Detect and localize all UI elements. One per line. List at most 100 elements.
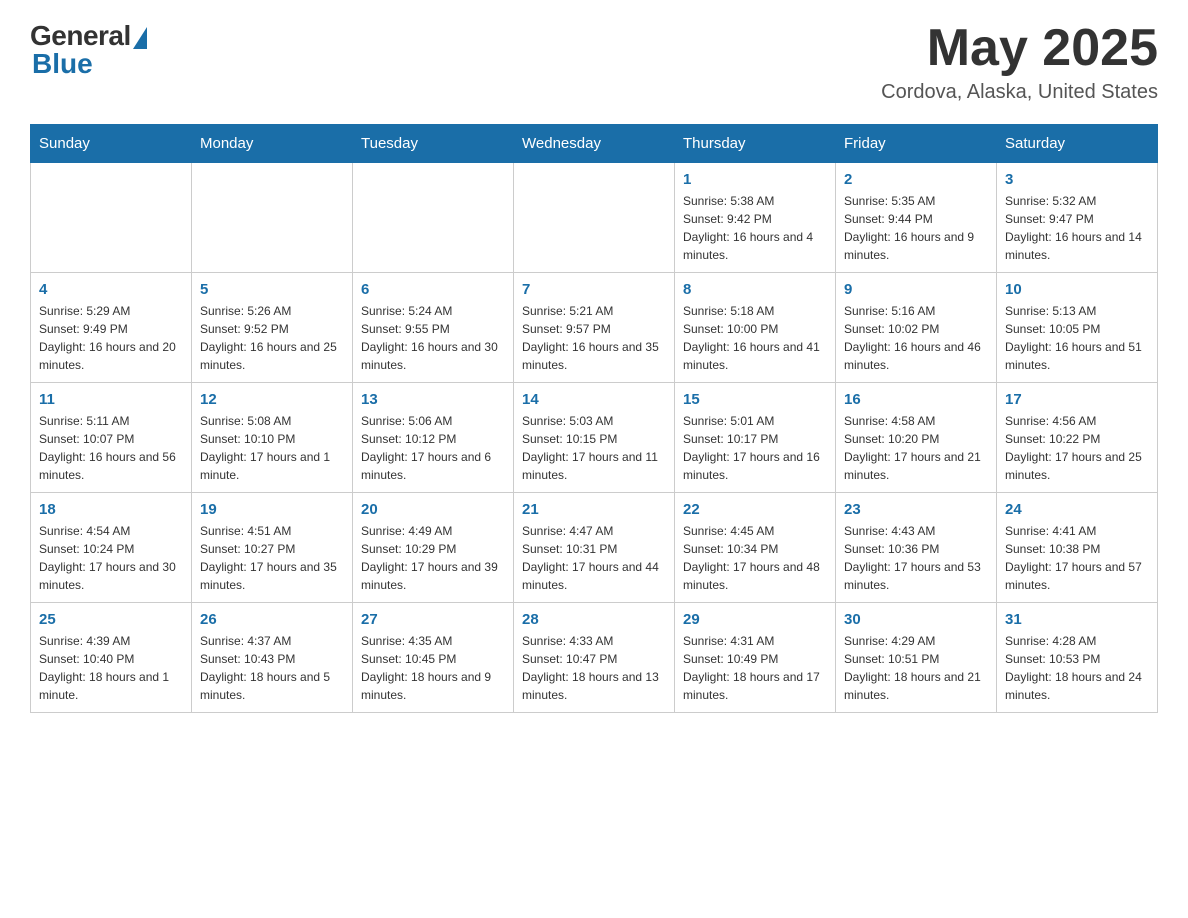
calendar-cell: 31 Sunrise: 4:28 AM Sunset: 10:53 PM Dayl… — [997, 603, 1158, 713]
day-header-sunday: Sunday — [31, 125, 192, 163]
day-header-thursday: Thursday — [675, 125, 836, 163]
calendar-cell: 20 Sunrise: 4:49 AM Sunset: 10:29 PM Dayl… — [353, 493, 514, 603]
day-header-saturday: Saturday — [997, 125, 1158, 163]
day-info: Sunrise: 5:35 AM Sunset: 9:44 PM Dayligh… — [844, 192, 988, 264]
day-info: Sunrise: 4:41 AM Sunset: 10:38 PM Daylig… — [1005, 522, 1149, 594]
day-number: 25 — [39, 611, 183, 628]
day-info: Sunrise: 4:45 AM Sunset: 10:34 PM Daylig… — [683, 522, 827, 594]
calendar-cell: 3 Sunrise: 5:32 AM Sunset: 9:47 PM Daylig… — [997, 163, 1158, 273]
calendar-cell: 29 Sunrise: 4:31 AM Sunset: 10:49 PM Dayl… — [675, 603, 836, 713]
calendar-cell: 27 Sunrise: 4:35 AM Sunset: 10:45 PM Dayl… — [353, 603, 514, 713]
calendar-cell: 8 Sunrise: 5:18 AM Sunset: 10:00 PM Dayli… — [675, 273, 836, 383]
calendar-cell — [31, 163, 192, 273]
day-info: Sunrise: 4:35 AM Sunset: 10:45 PM Daylig… — [361, 632, 505, 704]
day-info: Sunrise: 4:39 AM Sunset: 10:40 PM Daylig… — [39, 632, 183, 704]
logo: General Blue — [30, 20, 147, 80]
day-info: Sunrise: 5:38 AM Sunset: 9:42 PM Dayligh… — [683, 192, 827, 264]
day-number: 4 — [39, 281, 183, 298]
day-info: Sunrise: 5:06 AM Sunset: 10:12 PM Daylig… — [361, 412, 505, 484]
calendar-cell: 15 Sunrise: 5:01 AM Sunset: 10:17 PM Dayl… — [675, 383, 836, 493]
location-text: Cordova, Alaska, United States — [881, 81, 1158, 104]
day-info: Sunrise: 5:16 AM Sunset: 10:02 PM Daylig… — [844, 302, 988, 374]
day-number: 24 — [1005, 501, 1149, 518]
day-number: 27 — [361, 611, 505, 628]
day-info: Sunrise: 4:58 AM Sunset: 10:20 PM Daylig… — [844, 412, 988, 484]
calendar-cell: 25 Sunrise: 4:39 AM Sunset: 10:40 PM Dayl… — [31, 603, 192, 713]
calendar-cell: 17Sunrise: 4:56 AM Sunset: 10:22 PM Dayl… — [997, 383, 1158, 493]
day-info: Sunrise: 5:08 AM Sunset: 10:10 PM Daylig… — [200, 412, 344, 484]
day-number: 31 — [1005, 611, 1149, 628]
calendar-cell: 11Sunrise: 5:11 AM Sunset: 10:07 PM Dayl… — [31, 383, 192, 493]
calendar-cell: 19 Sunrise: 4:51 AM Sunset: 10:27 PM Dayl… — [192, 493, 353, 603]
calendar-cell: 6 Sunrise: 5:24 AM Sunset: 9:55 PM Daylig… — [353, 273, 514, 383]
day-info: Sunrise: 4:43 AM Sunset: 10:36 PM Daylig… — [844, 522, 988, 594]
day-info: Sunrise: 5:32 AM Sunset: 9:47 PM Dayligh… — [1005, 192, 1149, 264]
day-number: 29 — [683, 611, 827, 628]
logo-blue-text: Blue — [32, 48, 93, 80]
day-info: Sunrise: 4:37 AM Sunset: 10:43 PM Daylig… — [200, 632, 344, 704]
week-row-4: 18 Sunrise: 4:54 AM Sunset: 10:24 PM Dayl… — [31, 493, 1158, 603]
logo-triangle-icon — [133, 27, 147, 49]
day-info: Sunrise: 4:51 AM Sunset: 10:27 PM Daylig… — [200, 522, 344, 594]
day-number: 20 — [361, 501, 505, 518]
day-info: Sunrise: 4:33 AM Sunset: 10:47 PM Daylig… — [522, 632, 666, 704]
page-header: General Blue May 2025 Cordova, Alaska, U… — [30, 20, 1158, 104]
day-number: 10 — [1005, 281, 1149, 298]
calendar-cell: 5 Sunrise: 5:26 AM Sunset: 9:52 PM Daylig… — [192, 273, 353, 383]
day-number: 14 — [522, 391, 666, 408]
day-number: 18 — [39, 501, 183, 518]
day-info: Sunrise: 4:47 AM Sunset: 10:31 PM Daylig… — [522, 522, 666, 594]
day-number: 17 — [1005, 391, 1149, 408]
calendar-cell: 12Sunrise: 5:08 AM Sunset: 10:10 PM Dayl… — [192, 383, 353, 493]
day-number: 9 — [844, 281, 988, 298]
day-number: 26 — [200, 611, 344, 628]
day-number: 6 — [361, 281, 505, 298]
calendar-cell: 21 Sunrise: 4:47 AM Sunset: 10:31 PM Dayl… — [514, 493, 675, 603]
calendar-cell — [514, 163, 675, 273]
day-info: Sunrise: 5:03 AM Sunset: 10:15 PM Daylig… — [522, 412, 666, 484]
day-number: 15 — [683, 391, 827, 408]
day-header-wednesday: Wednesday — [514, 125, 675, 163]
calendar-cell: 13 Sunrise: 5:06 AM Sunset: 10:12 PM Dayl… — [353, 383, 514, 493]
day-number: 3 — [1005, 171, 1149, 188]
calendar-cell: 7Sunrise: 5:21 AM Sunset: 9:57 PM Daylig… — [514, 273, 675, 383]
day-number: 7 — [522, 281, 666, 298]
day-number: 23 — [844, 501, 988, 518]
calendar-cell: 4 Sunrise: 5:29 AM Sunset: 9:49 PM Daylig… — [31, 273, 192, 383]
title-section: May 2025 Cordova, Alaska, United States — [881, 20, 1158, 104]
day-info: Sunrise: 5:29 AM Sunset: 9:49 PM Dayligh… — [39, 302, 183, 374]
week-row-3: 11Sunrise: 5:11 AM Sunset: 10:07 PM Dayl… — [31, 383, 1158, 493]
day-number: 16 — [844, 391, 988, 408]
day-info: Sunrise: 5:24 AM Sunset: 9:55 PM Dayligh… — [361, 302, 505, 374]
calendar-table: SundayMondayTuesdayWednesdayThursdayFrid… — [30, 124, 1158, 713]
calendar-cell: 28Sunrise: 4:33 AM Sunset: 10:47 PM Dayl… — [514, 603, 675, 713]
day-number: 21 — [522, 501, 666, 518]
day-number: 13 — [361, 391, 505, 408]
day-header-monday: Monday — [192, 125, 353, 163]
day-header-tuesday: Tuesday — [353, 125, 514, 163]
day-info: Sunrise: 5:26 AM Sunset: 9:52 PM Dayligh… — [200, 302, 344, 374]
calendar-cell: 14 Sunrise: 5:03 AM Sunset: 10:15 PM Dayl… — [514, 383, 675, 493]
day-number: 30 — [844, 611, 988, 628]
day-info: Sunrise: 5:18 AM Sunset: 10:00 PM Daylig… — [683, 302, 827, 374]
day-number: 8 — [683, 281, 827, 298]
day-number: 19 — [200, 501, 344, 518]
calendar-cell: 30Sunrise: 4:29 AM Sunset: 10:51 PM Dayl… — [836, 603, 997, 713]
calendar-cell: 16 Sunrise: 4:58 AM Sunset: 10:20 PM Dayl… — [836, 383, 997, 493]
calendar-cell: 26 Sunrise: 4:37 AM Sunset: 10:43 PM Dayl… — [192, 603, 353, 713]
day-info: Sunrise: 4:28 AM Sunset: 10:53 PM Daylig… — [1005, 632, 1149, 704]
month-title: May 2025 — [881, 20, 1158, 77]
calendar-cell: 2Sunrise: 5:35 AM Sunset: 9:44 PM Daylig… — [836, 163, 997, 273]
calendar-cell: 24 Sunrise: 4:41 AM Sunset: 10:38 PM Dayl… — [997, 493, 1158, 603]
day-info: Sunrise: 5:01 AM Sunset: 10:17 PM Daylig… — [683, 412, 827, 484]
day-number: 1 — [683, 171, 827, 188]
day-header-friday: Friday — [836, 125, 997, 163]
day-info: Sunrise: 4:54 AM Sunset: 10:24 PM Daylig… — [39, 522, 183, 594]
calendar-cell: 22Sunrise: 4:45 AM Sunset: 10:34 PM Dayl… — [675, 493, 836, 603]
day-info: Sunrise: 5:13 AM Sunset: 10:05 PM Daylig… — [1005, 302, 1149, 374]
day-number: 5 — [200, 281, 344, 298]
day-info: Sunrise: 5:11 AM Sunset: 10:07 PM Daylig… — [39, 412, 183, 484]
day-info: Sunrise: 4:49 AM Sunset: 10:29 PM Daylig… — [361, 522, 505, 594]
day-info: Sunrise: 4:31 AM Sunset: 10:49 PM Daylig… — [683, 632, 827, 704]
week-row-2: 4 Sunrise: 5:29 AM Sunset: 9:49 PM Daylig… — [31, 273, 1158, 383]
